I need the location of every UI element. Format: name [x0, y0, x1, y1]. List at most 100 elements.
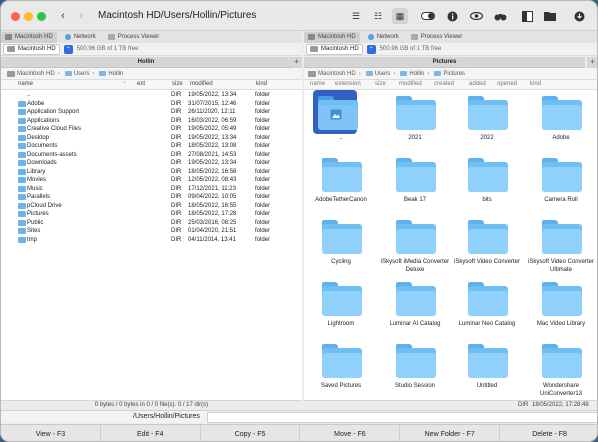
- grid-item-label: Beak 17: [403, 197, 427, 203]
- parent-dir-icon: [18, 92, 26, 98]
- grid-item[interactable]: AdobeTetherCanon: [306, 152, 376, 214]
- grid-view-icon[interactable]: ▦: [392, 8, 408, 24]
- table-row[interactable]: Movies DIR 12/05/2022, 08:43 folder: [1, 177, 302, 186]
- grid-item[interactable]: bits: [452, 152, 522, 214]
- table-row[interactable]: pCloud Drive DIR 18/05/2022, 16:55 folder: [1, 202, 302, 212]
- grid-item[interactable]: 2021: [380, 90, 450, 152]
- grid-item[interactable]: 2022: [452, 90, 522, 152]
- tab-macintosh-hd[interactable]: Macintosh HD: [304, 31, 360, 43]
- close-button[interactable]: [11, 12, 20, 21]
- grid-item[interactable]: iSkysoft Video Converter: [452, 214, 522, 276]
- file-list: .. DIR 19/05/2022, 13:34 folder Adobe DIR 31/…: [1, 90, 302, 400]
- grid-item[interactable]: Adobe: [526, 90, 596, 152]
- grid-item[interactable]: Cycling: [306, 214, 376, 276]
- command-input[interactable]: [207, 412, 597, 423]
- new-folder-button[interactable]: New Folder - F7: [400, 425, 501, 441]
- list-view-icon[interactable]: ☰: [348, 8, 364, 24]
- breadcrumb-item[interactable]: Hollin: [97, 71, 123, 77]
- tab-macintosh-hd[interactable]: Macintosh HD: [1, 31, 57, 43]
- table-row[interactable]: Documents DIR 18/05/2022, 13:08 folder: [1, 143, 302, 152]
- grid-item[interactable]: Lightroom: [306, 276, 376, 338]
- breadcrumb-item[interactable]: Macintosh HD: [7, 70, 55, 77]
- breadcrumb-item[interactable]: Users: [63, 71, 89, 77]
- view-button[interactable]: View - F3: [1, 425, 101, 441]
- edit-button[interactable]: Edit - F4: [101, 425, 201, 441]
- info-icon[interactable]: [444, 8, 460, 24]
- grid-item[interactable]: Beak 17: [380, 152, 450, 214]
- table-row[interactable]: Creative Cloud Files DIR 19/05/2022, 05:49…: [1, 126, 302, 135]
- eye-icon[interactable]: [468, 8, 484, 24]
- tab-process-viewer[interactable]: Process Viewer: [104, 32, 164, 43]
- columns-view-icon[interactable]: ☷: [370, 8, 386, 24]
- tab-network[interactable]: Network: [364, 32, 403, 43]
- copy-button[interactable]: Copy - F5: [201, 425, 301, 441]
- column-size[interactable]: size: [375, 81, 386, 87]
- breadcrumb-item[interactable]: Users: [364, 71, 390, 77]
- breadcrumb-item[interactable]: Pictures: [432, 71, 465, 77]
- column-opened[interactable]: opened: [497, 81, 517, 87]
- table-row[interactable]: Music DIR 17/12/2021, 11:23 folder: [1, 185, 302, 195]
- minimize-button[interactable]: [24, 12, 33, 21]
- grid-item[interactable]: Luminar Neo Catalog: [452, 276, 522, 338]
- breadcrumb-item[interactable]: Macintosh HD: [308, 70, 356, 77]
- column-added[interactable]: added: [469, 81, 486, 87]
- volume-menu-button[interactable]: ⌃: [366, 44, 376, 54]
- volume-selector[interactable]: Macintosh HD: [306, 43, 363, 55]
- grid-item[interactable]: Wondershare UniConverter13: [526, 338, 596, 400]
- breadcrumb-item[interactable]: Hollin: [398, 71, 424, 77]
- grid-item[interactable]: iSkysoft Video Converter Ultimate: [526, 214, 596, 276]
- table-row[interactable]: Documents-assets DIR 27/08/2021, 14:53 fold…: [1, 151, 302, 161]
- table-row[interactable]: Public DIR 25/03/2016, 08:25 folder: [1, 219, 302, 229]
- table-row[interactable]: Downloads DIR 19/05/2022, 13:34 folder: [1, 160, 302, 169]
- folder-icon: [18, 160, 26, 166]
- folder-icon[interactable]: [542, 8, 558, 24]
- folder-icon: [318, 96, 358, 130]
- delete-button[interactable]: Delete - F8: [500, 425, 597, 441]
- table-row[interactable]: Adobe DIR 31/07/2015, 12:46 folder: [1, 100, 302, 110]
- column-name[interactable]: name: [310, 81, 325, 87]
- table-row[interactable]: Pictures DIR 18/05/2022, 17:28 folder: [1, 211, 302, 220]
- sort-chevron-icon: ⌃: [122, 82, 128, 88]
- column-kind[interactable]: kind: [530, 81, 541, 87]
- table-row[interactable]: Parallels DIR 09/04/2022, 10:05 folder: [1, 194, 302, 203]
- grid-item[interactable]: Untitled: [452, 338, 522, 400]
- grid-item[interactable]: Camera Roll: [526, 152, 596, 214]
- column-extension[interactable]: extension: [335, 81, 361, 87]
- download-icon[interactable]: [571, 8, 587, 24]
- volume-menu-button[interactable]: ⌃: [63, 44, 73, 54]
- breadcrumb-separator: ›: [358, 70, 361, 77]
- move-button[interactable]: Move - F6: [300, 425, 401, 441]
- grid-item[interactable]: Luminar AI Catalog: [380, 276, 450, 338]
- table-row[interactable]: Library DIR 18/05/2022, 16:58 folder: [1, 168, 302, 178]
- grid-item[interactable]: ..: [306, 90, 376, 152]
- table-row[interactable]: Desktop DIR 19/05/2022, 13:34 folder: [1, 134, 302, 144]
- tab-process-viewer[interactable]: Process Viewer: [407, 32, 467, 43]
- table-row[interactable]: Applications DIR 16/03/2022, 06:59 folder: [1, 117, 302, 127]
- add-tab-button[interactable]: +: [587, 57, 597, 68]
- grid-item[interactable]: iSkysoft iMedia Converter Deluxe: [380, 214, 450, 276]
- binoculars-icon[interactable]: [492, 8, 508, 24]
- column-size[interactable]: size: [172, 81, 183, 87]
- back-icon[interactable]: ‹: [55, 8, 71, 24]
- column-modified[interactable]: modified: [190, 81, 213, 87]
- table-row[interactable]: Sites DIR 01/04/2020, 21:51 folder: [1, 228, 302, 237]
- zoom-button[interactable]: [37, 12, 46, 21]
- grid-item[interactable]: Saved Pictures: [306, 338, 376, 400]
- folder-icon: [18, 228, 26, 234]
- add-tab-button[interactable]: +: [291, 57, 302, 68]
- forward-icon[interactable]: ›: [73, 8, 89, 24]
- dual-pane-icon[interactable]: [519, 8, 535, 24]
- table-row[interactable]: tmp DIR 04/11/2014, 13:41 folder: [1, 236, 302, 246]
- column-ext[interactable]: ext: [137, 81, 145, 87]
- grid-item[interactable]: Mac Video Library: [526, 276, 596, 338]
- table-row[interactable]: .. DIR 19/05/2022, 13:34 folder: [1, 92, 302, 101]
- tab-network[interactable]: Network: [61, 32, 100, 43]
- column-name[interactable]: name: [18, 81, 33, 87]
- table-row[interactable]: Application Support DIR 26/11/2020, 12:11 f…: [1, 109, 302, 118]
- toggle-icon[interactable]: [420, 8, 436, 24]
- column-modified[interactable]: modified: [399, 81, 422, 87]
- column-created[interactable]: created: [434, 81, 454, 87]
- volume-selector[interactable]: Macintosh HD: [3, 43, 60, 55]
- column-kind[interactable]: kind: [256, 81, 267, 87]
- grid-item[interactable]: Studio Session: [380, 338, 450, 400]
